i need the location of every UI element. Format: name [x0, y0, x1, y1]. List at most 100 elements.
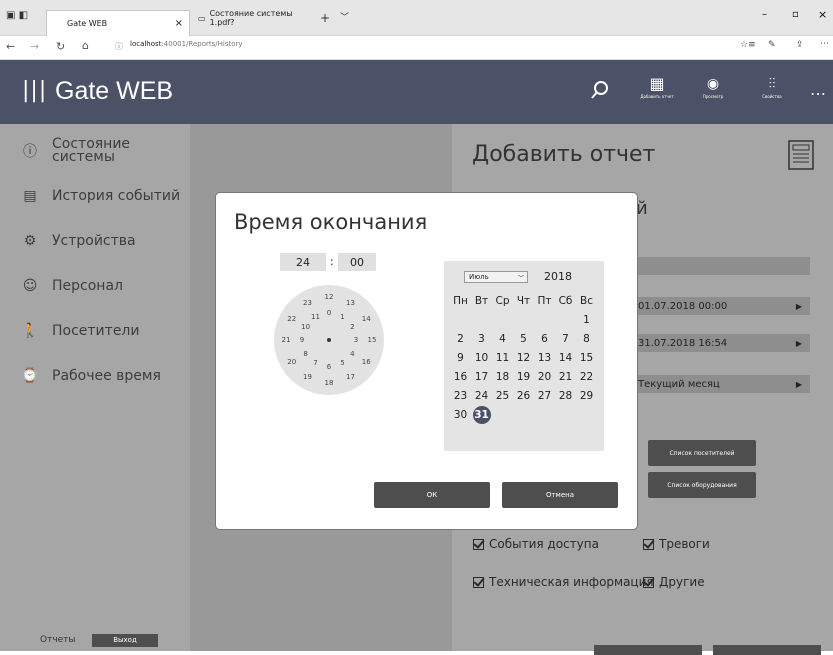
calendar-day[interactable]: 31: [472, 405, 491, 424]
calendar-day[interactable]: 10: [471, 348, 492, 367]
alarms-checkbox[interactable]: Тревоги: [643, 537, 710, 551]
calendar-day[interactable]: 19: [513, 367, 534, 386]
share-icon[interactable]: ⇪: [796, 40, 804, 50]
search-icon[interactable]: [590, 80, 610, 100]
clock-number[interactable]: 22: [287, 315, 296, 323]
clock-number[interactable]: 13: [346, 299, 355, 307]
sidebar-item-history[interactable]: ▤ История событий: [0, 175, 190, 217]
access-events-checkbox[interactable]: События доступа: [473, 537, 599, 551]
sidebar-item-system-state[interactable]: ⓘ Состояние системы: [0, 130, 190, 172]
favorites-icon[interactable]: ☆≡: [740, 40, 756, 50]
calendar-day[interactable]: 4: [492, 329, 513, 348]
other-checkbox[interactable]: Другие: [643, 575, 705, 589]
minutes-field[interactable]: 00: [338, 253, 376, 271]
close-window-icon[interactable]: ×: [818, 8, 827, 21]
clock-number[interactable]: 2: [350, 323, 354, 331]
calendar-day[interactable]: 25: [492, 386, 513, 405]
calendar-day[interactable]: 22: [576, 367, 597, 386]
refresh-icon[interactable]: ↻: [56, 40, 65, 53]
calendar-day[interactable]: 7: [555, 329, 576, 348]
add-report-button[interactable]: ▦ Добавить отчет: [637, 74, 677, 99]
clock-number[interactable]: 9: [300, 336, 304, 344]
calendar-day[interactable]: 9: [450, 348, 471, 367]
calendar-day[interactable]: 29: [576, 386, 597, 405]
clock-number[interactable]: 7: [313, 359, 317, 367]
forward-icon[interactable]: →: [30, 40, 39, 53]
clock-number[interactable]: 23: [303, 299, 312, 307]
period-field[interactable]: Текущий месяц ▶: [632, 375, 810, 393]
more-icon[interactable]: ⋯: [820, 39, 829, 49]
ok-button[interactable]: ОК: [374, 482, 490, 508]
calendar-day[interactable]: 8: [576, 329, 597, 348]
clock-number[interactable]: 0: [327, 309, 331, 317]
calendar-day[interactable]: 5: [513, 329, 534, 348]
properties-button[interactable]: ⫶⫶ Свойства: [752, 74, 792, 99]
clock-number[interactable]: 14: [362, 315, 371, 323]
calendar-day[interactable]: 6: [534, 329, 555, 348]
hours-field[interactable]: 24: [280, 253, 326, 271]
calendar-day[interactable]: 23: [450, 386, 471, 405]
calendar-day[interactable]: 2: [450, 329, 471, 348]
clock-number[interactable]: 20: [287, 358, 296, 366]
maximize-icon[interactable]: ▫: [792, 9, 799, 20]
calendar-day[interactable]: 26: [513, 386, 534, 405]
calendar-day[interactable]: 17: [471, 367, 492, 386]
chevron-down-icon[interactable]: ﹀: [340, 10, 349, 23]
clock-number[interactable]: 6: [327, 363, 331, 371]
equipment-list-button[interactable]: Список оборудования: [648, 472, 756, 498]
calendar-day[interactable]: 18: [492, 367, 513, 386]
clock-face[interactable]: 0 1 2 3 4 5 6 7 8 9 10 11 12 13 14 15 16 17 18 19 20 21 22 23: [274, 285, 384, 395]
tech-info-checkbox[interactable]: Техническая информация: [473, 575, 654, 589]
home-icon[interactable]: ⌂: [82, 39, 89, 52]
clock-number[interactable]: 5: [340, 359, 344, 367]
clock-number[interactable]: 15: [368, 336, 377, 344]
from-date-field[interactable]: 01.07.2018 00:00 ▶: [632, 297, 810, 315]
calendar-day[interactable]: 16: [450, 367, 471, 386]
tab-actions-icon[interactable]: ▣ ◧: [6, 10, 28, 21]
calendar-day[interactable]: 1: [576, 310, 597, 329]
tab-pdf[interactable]: ▭ Состояние системы 1.pdf?: [192, 8, 316, 28]
new-tab-icon[interactable]: +: [320, 11, 330, 25]
calendar-day[interactable]: 14: [555, 348, 576, 367]
report-name-input[interactable]: [632, 257, 810, 275]
clock-number[interactable]: 8: [303, 350, 307, 358]
calendar-day[interactable]: 21: [555, 367, 576, 386]
visitors-list-button[interactable]: Список посетителей: [648, 440, 756, 466]
url-field[interactable]: localhost:40001/Reports/History: [130, 40, 243, 48]
clock-number[interactable]: 4: [350, 350, 354, 358]
clock-number[interactable]: 11: [311, 313, 320, 321]
back-icon[interactable]: ←: [6, 40, 15, 53]
bottom-button-left[interactable]: [594, 645, 702, 655]
clock-number[interactable]: 3: [354, 336, 358, 344]
calendar-day[interactable]: 15: [576, 348, 597, 367]
clock-number[interactable]: 19: [303, 373, 312, 381]
clock-number[interactable]: 21: [282, 336, 291, 344]
clock-number[interactable]: 17: [346, 373, 355, 381]
menu-icon[interactable]: |||: [22, 78, 47, 103]
pen-icon[interactable]: ✎: [768, 40, 776, 50]
calendar-day[interactable]: 13: [534, 348, 555, 367]
calendar-day[interactable]: 11: [492, 348, 513, 367]
sidebar-item-staff[interactable]: ☺ Персонал: [0, 265, 190, 307]
tab-gate-web[interactable]: Gate WEB ×: [46, 10, 190, 36]
preview-button[interactable]: ◉ Просмотр: [693, 74, 733, 99]
clock-number[interactable]: 1: [340, 313, 344, 321]
footer-reports-label[interactable]: Отчеты: [40, 635, 76, 645]
to-date-field[interactable]: 31.07.2018 16:54 ▶: [632, 334, 810, 352]
minimize-icon[interactable]: –: [762, 9, 767, 20]
sidebar-item-devices[interactable]: ⚙ Устройства: [0, 220, 190, 262]
logout-button[interactable]: Выход: [92, 634, 158, 647]
clock-number[interactable]: 16: [362, 358, 371, 366]
close-tab-icon[interactable]: ×: [175, 18, 183, 29]
calendar-day[interactable]: 28: [555, 386, 576, 405]
calendar-day[interactable]: 20: [534, 367, 555, 386]
sidebar-item-visitors[interactable]: 🚶 Посетители: [0, 310, 190, 352]
more-menu-icon[interactable]: …: [810, 80, 826, 99]
calendar-day[interactable]: 27: [534, 386, 555, 405]
month-select[interactable]: Июль ﹀: [464, 271, 528, 283]
clock-number[interactable]: 12: [325, 293, 334, 301]
sidebar-item-worktime[interactable]: ⌚ Рабочее время: [0, 355, 190, 397]
calendar-day[interactable]: 24: [471, 386, 492, 405]
calendar-day[interactable]: 30: [450, 405, 471, 424]
clock-number[interactable]: 18: [325, 379, 334, 387]
